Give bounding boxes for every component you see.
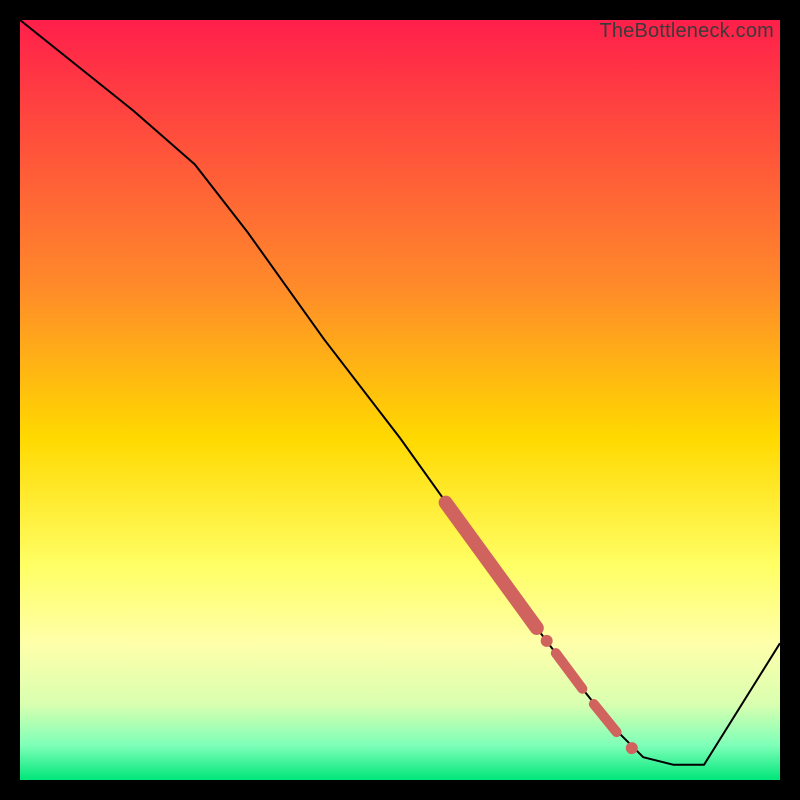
thick-segment — [446, 503, 537, 628]
mid-dash-1 — [556, 653, 583, 689]
highlight-layer — [446, 503, 617, 733]
chart-svg — [20, 20, 780, 780]
highlight-point — [541, 635, 553, 647]
mid-dash-2 — [594, 704, 617, 732]
chart-frame: TheBottleneck.com — [20, 20, 780, 780]
plot-area: TheBottleneck.com — [20, 20, 780, 780]
highlight-point — [626, 742, 638, 754]
bottleneck-curve — [20, 20, 780, 765]
curve-layer — [20, 20, 780, 765]
